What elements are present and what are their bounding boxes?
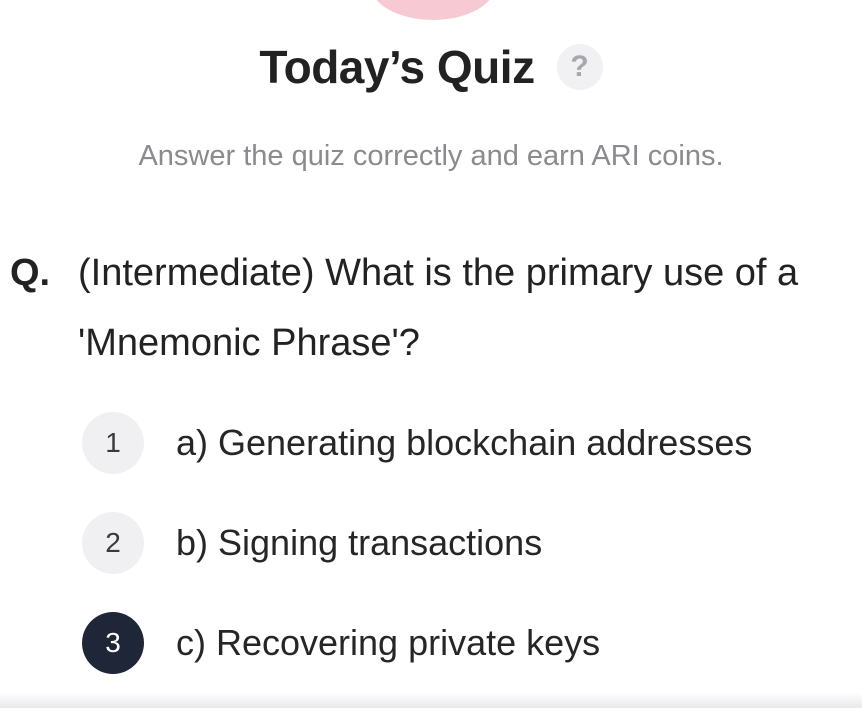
quiz-screen: Today’s Quiz ? Answer the quiz correctly…	[0, 0, 862, 708]
quiz-question: Q. (Intermediate) What is the primary us…	[10, 238, 855, 378]
answer-option-2[interactable]: 2 b) Signing transactions	[82, 510, 842, 576]
answer-options: 1 a) Generating blockchain addresses 2 b…	[82, 410, 842, 676]
question-text: (Intermediate) What is the primary use o…	[78, 252, 799, 364]
quiz-subtitle: Answer the quiz correctly and earn ARI c…	[138, 140, 724, 172]
top-decoration	[370, 0, 496, 20]
page-title: Today’s Quiz	[259, 41, 535, 93]
answer-option-1[interactable]: 1 a) Generating blockchain addresses	[82, 410, 842, 476]
option-label: c) Recovering private keys	[176, 622, 601, 663]
option-label: a) Generating blockchain addresses	[176, 422, 753, 463]
quiz-header: Today’s Quiz ?	[0, 40, 862, 94]
option-number-badge: 1	[82, 412, 144, 474]
question-mark-icon[interactable]: ?	[556, 44, 603, 90]
option-number-badge: 3	[82, 612, 144, 674]
question-prefix: Q.	[10, 252, 51, 294]
option-number-badge: 2	[82, 512, 144, 574]
answer-option-3[interactable]: 3 c) Recovering private keys	[82, 610, 842, 676]
option-label: b) Signing transactions	[176, 522, 543, 563]
bottom-divider	[0, 692, 862, 708]
